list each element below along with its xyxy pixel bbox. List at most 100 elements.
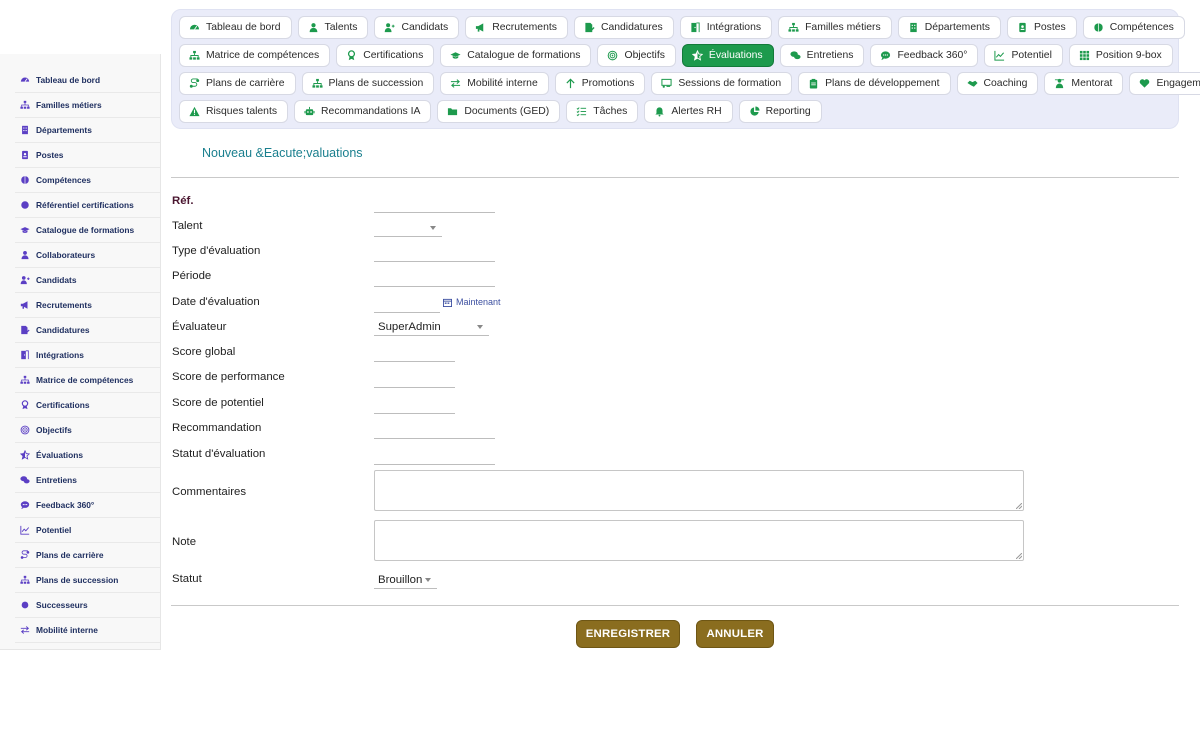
menu-tab-departements[interactable]: Départements <box>897 16 1001 39</box>
menu-tab-matrice-de-competences[interactable]: Matrice de compétences <box>179 44 331 67</box>
sidebar-item-successeurs[interactable]: Successeurs <box>15 593 160 618</box>
sidebar-item-feedback-360[interactable]: Feedback 360° <box>15 493 160 518</box>
menu-tab-sessions-de-formation[interactable]: Sessions de formation <box>651 72 793 95</box>
page-title: Nouveau &Eacute;valuations <box>202 146 363 160</box>
menu-tab-evaluations[interactable]: Évaluations <box>681 44 774 67</box>
sidebar-item-tableau-de-bord[interactable]: Tableau de bord <box>15 68 160 93</box>
menu-tab-entretiens[interactable]: Entretiens <box>779 44 865 67</box>
menu-tab-label: Mentorat <box>1071 78 1113 89</box>
sidebar-item-entretiens[interactable]: Entretiens <box>15 468 160 493</box>
menu-tab-mobilite-interne[interactable]: Mobilité interne <box>440 72 549 95</box>
menu-tab-plans-de-developpement[interactable]: Plans de développement <box>798 72 951 95</box>
chalkboard-icon <box>661 78 672 88</box>
menu-tab-label: Départements <box>924 22 990 33</box>
menu-tab-mentorat[interactable]: Mentorat <box>1044 72 1124 95</box>
sidebar-item-label: Matrice de compétences <box>36 375 134 385</box>
menu-tab-talents[interactable]: Talents <box>297 16 369 39</box>
recommandation-label: Recommandation <box>172 422 262 434</box>
sidebar-item-objectifs[interactable]: Objectifs <box>15 418 160 443</box>
menu-tab-plans-de-carriere[interactable]: Plans de carrière <box>179 72 296 95</box>
sidebar-item-potentiel[interactable]: Potentiel <box>15 518 160 543</box>
menu-tab-taches[interactable]: Tâches <box>566 100 639 123</box>
sidebar-item-postes[interactable]: Postes <box>15 143 160 168</box>
sidebar-item-referentiel-certifications[interactable]: Référentiel certifications <box>15 193 160 218</box>
sidebar-item-departements[interactable]: Départements <box>15 118 160 143</box>
megaphone-icon <box>20 301 28 309</box>
resize-grip-icon[interactable] <box>1016 553 1022 559</box>
sidebar-item-recrutements[interactable]: Recrutements <box>15 293 160 318</box>
menu-tab-label: Position 9-box <box>1095 50 1162 61</box>
statut-evaluation-input[interactable] <box>374 447 495 465</box>
score-global-input[interactable] <box>374 344 455 362</box>
menu-tab-recommandations-ia[interactable]: Recommandations IA <box>294 100 432 123</box>
sidebar-item-collaborateurs[interactable]: Collaborateurs <box>15 243 160 268</box>
menu-tab-promotions[interactable]: Promotions <box>554 72 646 95</box>
sidebar-item-plans-de-carriere[interactable]: Plans de carrière <box>15 543 160 568</box>
sidebar-item-label: Plans de succession <box>36 575 119 585</box>
menu-tab-engagement[interactable]: Engagement <box>1129 72 1200 95</box>
now-link[interactable]: Maintenant <box>443 297 501 307</box>
resize-grip-icon[interactable] <box>1016 503 1022 509</box>
periode-input[interactable] <box>374 269 495 287</box>
menu-tab-candidatures[interactable]: Candidatures <box>573 16 674 39</box>
menu-tab-alertes-rh[interactable]: Alertes RH <box>644 100 733 123</box>
sidebar-item-mobilite-interne[interactable]: Mobilité interne <box>15 618 160 643</box>
cancel-button[interactable]: ANNULER <box>696 620 774 648</box>
talent-select[interactable] <box>374 219 442 237</box>
heart-icon <box>1140 79 1150 88</box>
score-performance-input[interactable] <box>374 370 455 388</box>
sidebar-item-candidats[interactable]: Candidats <box>15 268 160 293</box>
grid-icon <box>1079 50 1089 61</box>
sidebar-item-evaluations[interactable]: Évaluations <box>15 443 160 468</box>
sidebar-item-matrice-de-competences[interactable]: Matrice de compétences <box>15 368 160 393</box>
menu-tab-tableau-de-bord[interactable]: Tableau de bord <box>179 16 292 39</box>
menu-tab-competences[interactable]: Compétences <box>1082 16 1185 39</box>
sitemap-icon <box>20 575 30 584</box>
menu-tab-position-9-box[interactable]: Position 9-box <box>1068 44 1173 67</box>
menu-tab-documents-ged[interactable]: Documents (GED) <box>437 100 561 123</box>
save-button[interactable]: ENREGISTRER <box>576 620 680 648</box>
menu-tab-label: Plans de succession <box>328 78 424 89</box>
exchange-icon <box>451 79 461 88</box>
sidebar-item-certifications[interactable]: Certifications <box>15 393 160 418</box>
sidebar-item-label: Référentiel certifications <box>36 200 134 210</box>
sidebar-item-candidatures[interactable]: Candidatures <box>15 318 160 343</box>
evaluateur-select[interactable]: SuperAdmin <box>374 318 489 336</box>
menu-tab-catalogue-de-formations[interactable]: Catalogue de formations <box>440 44 592 67</box>
menu-tab-certifications[interactable]: Certifications <box>336 44 435 67</box>
date-input[interactable] <box>374 295 440 313</box>
menu-tab-label: Potentiel <box>1011 50 1052 61</box>
menu-tab-label: Tâches <box>593 106 628 117</box>
note-textarea[interactable] <box>374 520 1024 561</box>
sidebar-item-familles-metiers[interactable]: Familles métiers <box>15 93 160 118</box>
sidebar-item-integrations[interactable]: Intégrations <box>15 343 160 368</box>
target-icon <box>608 50 618 61</box>
menu-tab-candidats[interactable]: Candidats <box>374 16 460 39</box>
commentaires-textarea[interactable] <box>374 470 1024 511</box>
recommandation-input[interactable] <box>374 421 495 439</box>
sidebar-item-plans-de-succession[interactable]: Plans de succession <box>15 568 160 593</box>
menu-tab-plans-de-succession[interactable]: Plans de succession <box>301 72 435 95</box>
menu-tab-reporting[interactable]: Reporting <box>738 100 822 123</box>
statut-select[interactable]: Brouillon <box>374 571 437 589</box>
sidebar-item-catalogue-de-formations[interactable]: Catalogue de formations <box>15 218 160 243</box>
sidebar-item-label: Familles métiers <box>36 100 102 110</box>
menu-tab-integrations[interactable]: Intégrations <box>679 16 773 39</box>
type-input[interactable] <box>374 244 495 262</box>
menu-tab-feedback-360[interactable]: Feedback 360° <box>870 44 979 67</box>
score-potentiel-input[interactable] <box>374 396 455 414</box>
sidebar-item-label: Recrutements <box>36 300 92 310</box>
sidebar-item-competences[interactable]: Compétences <box>15 168 160 193</box>
ref-input[interactable] <box>374 195 495 213</box>
menu-tab-familles-metiers[interactable]: Familles métiers <box>778 16 892 39</box>
menu-tab-risques-talents[interactable]: Risques talents <box>179 100 289 123</box>
statut-evaluation-label: Statut d'évaluation <box>172 448 266 460</box>
menu-tab-postes[interactable]: Postes <box>1006 16 1077 39</box>
menu-tab-objectifs[interactable]: Objectifs <box>597 44 676 67</box>
sidebar-item-label: Plans de carrière <box>36 550 104 560</box>
menu-tab-potentiel[interactable]: Potentiel <box>984 44 1063 67</box>
menu-tab-recrutements[interactable]: Recrutements <box>465 16 568 39</box>
menu-tab-coaching[interactable]: Coaching <box>956 72 1039 95</box>
sidebar-item-label: Certifications <box>36 400 90 410</box>
menu-tab-label: Plans de développement <box>825 78 940 89</box>
